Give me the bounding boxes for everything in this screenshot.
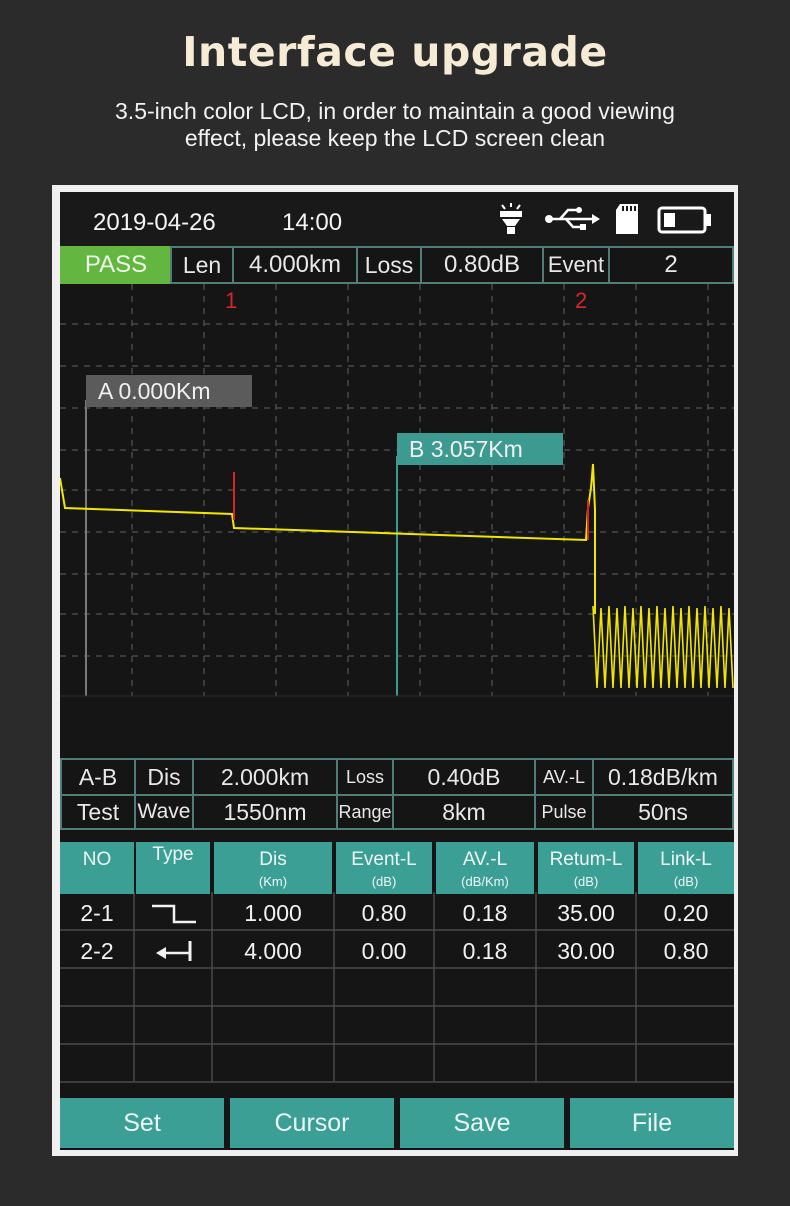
measurement-panel: A-B Dis 2.000km Loss 0.40dB AV.-L 0.18dB… <box>60 758 734 830</box>
row-return-l: 30.00 <box>557 938 615 964</box>
row-event-l: 0.80 <box>361 900 407 926</box>
status-time: 14:00 <box>282 209 343 236</box>
row-dis: 4.000 <box>244 938 302 964</box>
row-no: 2-2 <box>80 938 114 964</box>
col-dis: Dis (Km) <box>214 842 332 894</box>
file-button[interactable]: File <box>570 1098 734 1148</box>
col-type: Type <box>136 842 210 894</box>
loss-value: 0.80dB <box>420 246 544 284</box>
end-arrow-icon <box>156 941 192 961</box>
col-event-l: Event-L (dB) <box>336 842 432 894</box>
sd-card-icon <box>616 204 638 234</box>
promo-subtitle: 3.5-inch color LCD, in order to maintain… <box>60 98 730 152</box>
promo-subtitle-line-1: 3.5-inch color LCD, in order to maintain… <box>115 98 675 124</box>
avl-value: 0.18dB/km <box>592 758 734 796</box>
pulse-value: 50ns <box>592 794 734 830</box>
status-date: 2019-04-26 <box>93 209 216 236</box>
event-2-label: 2 <box>575 288 588 313</box>
mode-ab: A-B <box>60 758 136 796</box>
row-dis: 1.000 <box>244 900 302 926</box>
event-count: 2 <box>608 246 734 284</box>
event-label: Event <box>542 246 610 284</box>
row-no: 2-1 <box>80 900 114 926</box>
ab-loss-label: Loss <box>336 758 394 796</box>
ab-loss-value: 0.40dB <box>392 758 536 796</box>
event-1-label: 1 <box>225 288 238 313</box>
step-down-icon <box>152 904 196 924</box>
col-link-l: Link-L (dB) <box>638 842 734 894</box>
cursor-button[interactable]: Cursor <box>230 1098 394 1148</box>
row-link-l: 0.20 <box>663 900 709 926</box>
range-label: Range <box>336 794 394 830</box>
promo-title: Interface upgrade <box>182 28 608 76</box>
row-av-l: 0.18 <box>462 900 508 926</box>
mode-test: Test <box>60 794 136 830</box>
len-label: Len <box>170 246 234 284</box>
col-return-l: Retum-L (dB) <box>538 842 634 894</box>
pulse-label: Pulse <box>534 794 594 830</box>
save-button[interactable]: Save <box>400 1098 564 1148</box>
promo-subtitle-line-2: effect, please keep the LCD screen clean <box>184 125 606 151</box>
battery-icon <box>657 206 711 234</box>
row-return-l: 35.00 <box>557 900 615 926</box>
col-av-l: AV.-L (dB/Km) <box>436 842 534 894</box>
dis-value: 2.000km <box>192 758 338 796</box>
row-event-l: 0.00 <box>361 938 407 964</box>
loss-label: Loss <box>356 246 422 284</box>
usb-icon <box>545 207 600 230</box>
col-no: NO <box>60 842 134 894</box>
dis-label: Dis <box>134 758 194 796</box>
row-link-l: 0.80 <box>663 938 709 964</box>
cursor-a-label[interactable]: A 0.000Km <box>86 375 252 407</box>
cursor-b-label[interactable]: B 3.057Km <box>397 433 563 465</box>
device-screen: 2019-04-26 14:00 PASS Len 4.000km Loss 0… <box>60 192 734 1150</box>
otdr-trace-graph[interactable] <box>60 284 734 758</box>
row-av-l: 0.18 <box>462 938 508 964</box>
range-value: 8km <box>392 794 536 830</box>
wave-value: 1550nm <box>192 794 338 830</box>
wave-label: Wave <box>134 794 194 830</box>
set-button[interactable]: Set <box>60 1098 224 1148</box>
pass-badge: PASS <box>60 246 172 284</box>
avl-label: AV.-L <box>534 758 594 796</box>
flashlight-icon <box>500 203 522 234</box>
len-value: 4.000km <box>232 246 358 284</box>
status-bar: 2019-04-26 14:00 <box>60 192 734 246</box>
